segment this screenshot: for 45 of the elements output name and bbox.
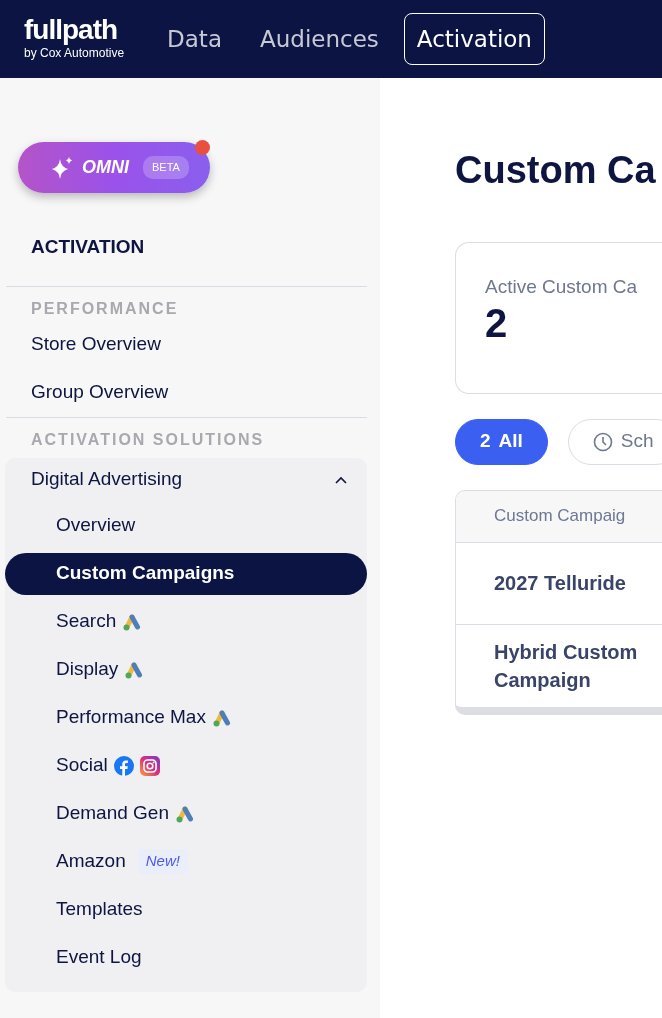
ads-logo-icon: [211, 708, 232, 727]
chevron-icon[interactable]: [335, 475, 347, 484]
table-cell-text: 2027 Telluride: [494, 571, 627, 597]
section-heading: ACTIVATION SOLUTIONS: [30, 429, 266, 450]
sidebar-item-label[interactable]: Store Overview: [31, 330, 161, 359]
page-title: Custom Ca: [455, 148, 657, 193]
sidebar-item-label[interactable]: Group Overview: [31, 378, 169, 407]
facebook-logo-icon: [113, 755, 134, 776]
section-heading: PERFORMANCE: [30, 298, 180, 319]
filter-label: Sch: [620, 429, 654, 454]
logo-wordmark[interactable]: fullpath: [24, 16, 125, 44]
filter-count: 2: [480, 429, 491, 454]
ads-logo-icon: [175, 804, 195, 823]
sidebar-item-label[interactable]: Search: [56, 607, 117, 636]
filter-label: All: [498, 429, 523, 454]
stat-label: Active Custom Ca: [485, 274, 639, 299]
column-header: Custom Campaig: [456, 490, 662, 543]
omni-label: OMNI: [82, 156, 129, 179]
sidebar-item-label[interactable]: Display: [56, 655, 119, 684]
beta-badge: BETA: [143, 156, 189, 179]
logo-tagline: by Cox Automotive: [24, 45, 125, 62]
sparkle-icon: [50, 155, 74, 180]
sidebar-item[interactable]: Custom Campaigns: [5, 552, 367, 595]
instagram-logo-icon: [139, 755, 160, 776]
nav-tab[interactable]: Data: [154, 12, 235, 66]
nav-tab[interactable]: Audiences: [247, 12, 392, 66]
sidebar-item-label[interactable]: Templates: [56, 895, 143, 924]
ads-logo-icon: [124, 660, 145, 679]
new-badge: New!: [137, 849, 188, 874]
stat-value: 2: [485, 301, 509, 346]
sidebar-item-label[interactable]: Amazon: [56, 847, 126, 876]
filter-pill[interactable]: Sch: [567, 418, 662, 465]
sidebar-title: ACTIVATION: [30, 235, 146, 259]
ads-logo-icon: [122, 612, 143, 631]
nav-group-label[interactable]: Digital Advertising: [31, 465, 183, 494]
clock-icon: [592, 431, 613, 452]
sidebar-item-label[interactable]: Overview: [56, 511, 136, 540]
sidebar-item-label[interactable]: Demand Gen: [56, 799, 169, 828]
nav-tab[interactable]: Activation: [403, 12, 545, 66]
table-cell-text: Hybrid Custom Campaign: [494, 639, 639, 693]
sidebar-item-label[interactable]: Performance Max: [56, 703, 206, 732]
filter-pill[interactable]: 2 All: [455, 418, 548, 465]
sidebar-item-label[interactable]: Social: [56, 751, 108, 780]
sidebar-item-label[interactable]: Event Log: [56, 943, 142, 972]
omni-button[interactable]: OMNI BETA: [18, 142, 210, 193]
